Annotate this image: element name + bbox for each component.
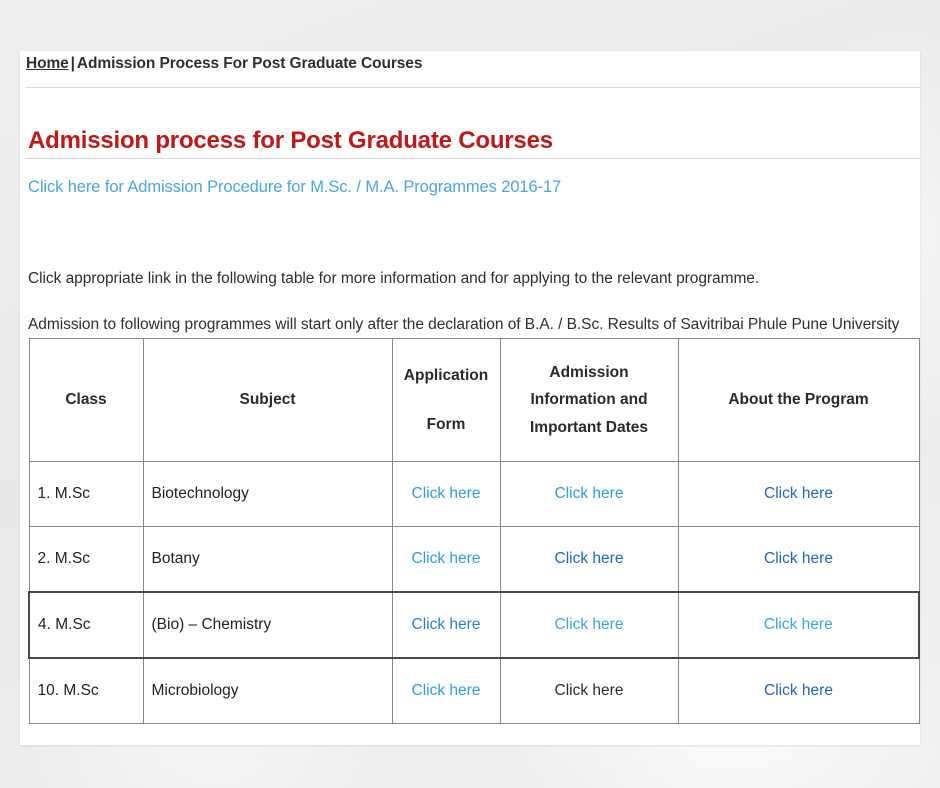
cell-subject: Microbiology xyxy=(142,657,393,724)
application-form-click-here-link[interactable]: Click here xyxy=(412,682,481,699)
admission-info-line1: Admission xyxy=(549,364,629,382)
cell-subject: Botany xyxy=(142,526,393,593)
divider-under-title xyxy=(26,158,920,159)
page-title: Admission process for Post Graduate Cour… xyxy=(28,127,553,155)
table-row: 10. M.Sc Microbiology Click here Click here… xyxy=(28,657,920,724)
column-header-admission-info: Admission Information and Important Date… xyxy=(499,338,679,462)
programme-table: Class Subject Application Form Admission… xyxy=(28,338,920,724)
cell-application-form[interactable]: Click here xyxy=(391,461,501,527)
cell-about-program[interactable]: Click here xyxy=(677,657,920,724)
admission-procedure-link[interactable]: Click here for Admission Procedure for M… xyxy=(28,178,561,197)
admission-info-click-here-link[interactable]: Click here xyxy=(555,616,624,633)
column-header-subject: Subject xyxy=(142,338,393,462)
content-card: Home | Admission Process For Post Graduate… xyxy=(20,51,920,745)
cell-about-program[interactable]: Click here xyxy=(677,461,920,527)
about-program-click-here-link[interactable]: Click here xyxy=(764,682,833,699)
divider-under-breadcrumb xyxy=(26,87,920,88)
breadcrumb-current: Admission Process For Post Graduate Cour… xyxy=(76,55,423,72)
cell-application-form[interactable]: Click here xyxy=(391,591,501,659)
application-form-click-here-link[interactable]: Click here xyxy=(412,616,481,633)
programme-table-container: Class Subject Application Form Admission… xyxy=(28,338,920,724)
cell-class: 4. M.Sc xyxy=(28,591,144,659)
admission-info-click-here-link[interactable]: Click here xyxy=(555,550,624,567)
cell-about-program[interactable]: Click here xyxy=(677,526,920,593)
cell-class: 2. M.Sc xyxy=(28,526,144,593)
application-form-click-here-link[interactable]: Click here xyxy=(412,485,481,502)
cell-subject: (Bio) – Chemistry xyxy=(142,591,393,659)
cell-class: 1. M.Sc xyxy=(28,461,144,527)
cell-subject: Biotechnology xyxy=(142,461,393,527)
application-form-line2: Form xyxy=(426,416,466,433)
breadcrumb: Home | Admission Process For Post Graduate… xyxy=(26,55,422,73)
admission-info-line3: Important Dates xyxy=(530,418,648,436)
column-header-about-program: About the Program xyxy=(677,338,920,462)
breadcrumb-separator: | xyxy=(70,55,75,72)
about-program-click-here-link[interactable]: Click here xyxy=(764,616,833,633)
application-form-line1: Application xyxy=(403,366,489,384)
about-program-click-here-link[interactable]: Click here xyxy=(764,550,833,567)
table-row: 2. M.Sc Botany Click here Click here Click h… xyxy=(28,526,920,593)
about-program-click-here-link[interactable]: Click here xyxy=(764,485,833,502)
cell-class: 10. M.Sc xyxy=(28,657,144,724)
admission-info-click-here-link[interactable]: Click here xyxy=(555,485,624,502)
cell-application-form[interactable]: Click here xyxy=(391,526,501,593)
admission-notice-paragraph: Admission to following programmes will s… xyxy=(28,315,900,333)
admission-info-click-here-text: Click here xyxy=(554,682,624,699)
table-row: 1. M.Sc Biotechnology Click here Click here… xyxy=(28,461,920,527)
table-body: 1. M.Sc Biotechnology Click here Click here… xyxy=(28,461,920,724)
breadcrumb-home-link[interactable]: Home xyxy=(26,55,69,72)
cell-admission-info[interactable]: Click here xyxy=(499,591,679,659)
cell-admission-info[interactable]: Click here xyxy=(499,461,679,527)
cell-admission-info[interactable]: Click here xyxy=(499,526,679,593)
cell-about-program[interactable]: Click here xyxy=(677,591,920,659)
cell-application-form[interactable]: Click here xyxy=(391,657,501,724)
table-header-row: Class Subject Application Form Admission… xyxy=(28,338,920,462)
column-header-class: Class xyxy=(28,338,144,462)
instruction-paragraph: Click appropriate link in the following … xyxy=(28,269,760,287)
admission-info-line2: Information and xyxy=(530,391,648,409)
column-header-application-form: Application Form xyxy=(391,338,501,462)
application-form-click-here-link[interactable]: Click here xyxy=(412,550,481,567)
cell-admission-info: Click here xyxy=(499,657,679,724)
table-row: 4. M.Sc (Bio) – Chemistry Click here Click … xyxy=(28,591,920,659)
